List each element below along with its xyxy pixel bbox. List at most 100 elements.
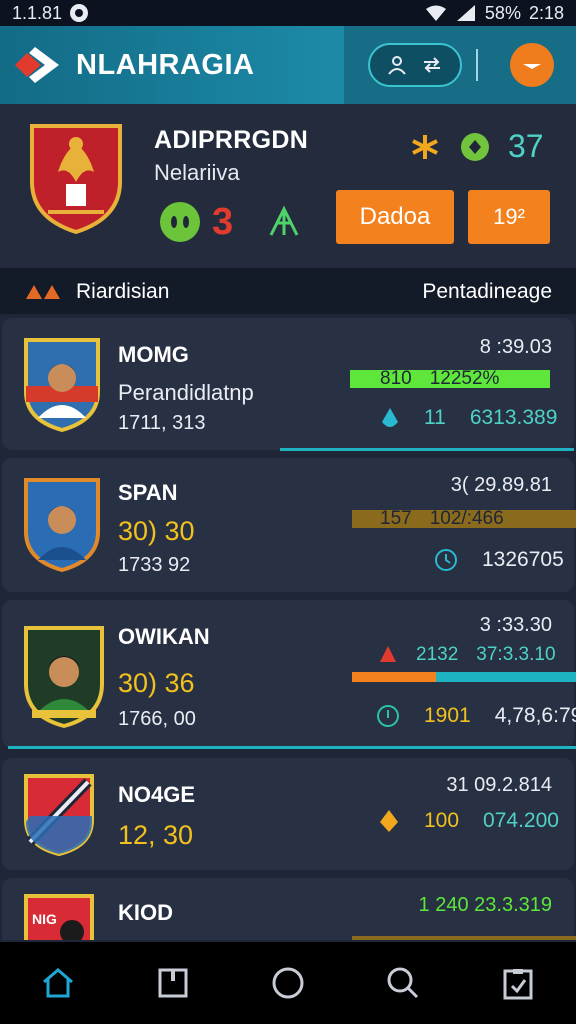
card-accent-line — [8, 746, 576, 749]
section-left-label: Riardisian — [76, 280, 170, 303]
player-line2: 30) 36 — [118, 668, 195, 698]
player-line2: 12, 30 — [118, 820, 194, 850]
clover-icon — [461, 132, 489, 161]
player-top-right: 3( 29.89.81 — [450, 474, 552, 496]
player-name: SPAN — [118, 480, 178, 505]
clock-icon — [435, 549, 457, 571]
section-right-label[interactable]: Pentadineage — [422, 280, 552, 304]
status-bar: 1.1.81 58% 2:18 — [0, 0, 576, 26]
player-bar-values: 157 102/:466 — [380, 508, 504, 530]
player-name: MOMG — [118, 342, 189, 367]
row3-left-value: 100 — [424, 809, 460, 832]
nav-bookmark[interactable] — [145, 955, 201, 1011]
team-name: ADIPRRGDN — [154, 126, 309, 154]
bar-left-value: 2132 — [416, 644, 459, 665]
player-line3: 1733 92 — [118, 554, 191, 576]
clipboard-icon — [503, 969, 533, 1000]
primary-action-button[interactable]: Dadoa — [336, 190, 454, 244]
form-icons: 3 — [158, 200, 301, 244]
badge-text: NIG — [32, 911, 57, 927]
player-line3: 1711, 313 — [118, 412, 206, 434]
wifi-icon — [425, 5, 446, 21]
player-stat-bar — [352, 672, 436, 682]
app-title: NLAHRAGIA — [76, 48, 255, 81]
player-top-right: 31 09.2.814 — [446, 774, 552, 796]
bar-left-value: 157 — [380, 508, 412, 529]
circle-icon — [272, 967, 304, 999]
player-top-right: 3 :33.30 — [479, 614, 552, 636]
player-badge-icon — [24, 774, 94, 856]
player-card[interactable]: SPAN 30) 30 1733 92 3( 29.89.81 157 102/… — [2, 458, 576, 592]
green-ball-icon — [160, 202, 200, 242]
player-name: KIOD — [118, 900, 173, 925]
app-logo-icon[interactable] — [0, 26, 76, 104]
bookmark-icon — [158, 968, 188, 998]
row3-left-value: 11 — [424, 406, 446, 429]
bar-right-value: 37:3.3.10 — [476, 644, 556, 665]
player-top-right: 1 240 23.3.319 — [418, 894, 552, 916]
nav-home[interactable] — [30, 955, 86, 1011]
section-header: Riardisian Pentadineage — [0, 270, 576, 314]
player-name: OWIKAN — [118, 624, 210, 649]
player-row3: 1901 4,78,6:79 — [376, 704, 576, 728]
player-line2: 30) 30 — [118, 516, 195, 546]
user-toggle-pill[interactable] — [368, 43, 462, 87]
signal-icon — [456, 5, 475, 21]
drop-icon — [382, 408, 398, 427]
battery-text: 58% — [484, 2, 521, 23]
nav-search[interactable] — [375, 955, 431, 1011]
player-list: MOMG Perandidlatnp 1711, 313 8 :39.03 81… — [0, 316, 576, 940]
notification-icon — [70, 4, 89, 22]
section-icon — [26, 285, 60, 299]
form-number: 3 — [212, 200, 234, 243]
team-crest-icon — [30, 124, 122, 234]
row3-right-value: 074.200 — [483, 809, 559, 832]
secondary-action-button[interactable]: 19² — [468, 190, 550, 244]
player-line2: Perandidlatnp — [118, 380, 254, 405]
player-name: NO4GE — [118, 782, 196, 807]
header-divider — [476, 49, 478, 81]
player-card[interactable]: MOMG Perandidlatnp 1711, 313 8 :39.03 81… — [2, 318, 574, 451]
player-badge-icon — [24, 626, 104, 728]
row3-right-value: 4,78,6:79 — [494, 704, 576, 727]
player-badge-icon: NIG — [24, 894, 94, 940]
team-stats: 37 — [408, 128, 544, 165]
player-top-right: 8 :39.03 — [479, 336, 552, 358]
player-card[interactable]: NO4GE 12, 30 31 09.2.814 100 074.200 — [2, 758, 574, 870]
star-burst-icon — [412, 134, 438, 159]
nav-circle[interactable] — [260, 955, 316, 1011]
player-card[interactable]: NIG KIOD 1 240 23.3.319 — [2, 878, 576, 940]
player-row3: 1326705 — [434, 548, 564, 572]
player-line3: 1766, 00 — [118, 708, 196, 730]
user-icon — [388, 56, 406, 75]
row3-right-value: 1326705 — [482, 548, 564, 571]
bar-right-value: 12252% — [429, 368, 500, 389]
bar-left-value: 810 — [380, 368, 412, 389]
row3-left-value: 1901 — [424, 704, 471, 727]
player-bar-values: 810 12252% — [380, 368, 499, 390]
sprout-icon — [269, 205, 299, 236]
player-badge-icon — [24, 338, 100, 432]
status-time-right: 2:18 — [528, 2, 564, 23]
player-bar-values: 2132 37:3.3.10 — [378, 644, 556, 666]
bottom-nav — [0, 942, 576, 1024]
bar-right-value: 102/:466 — [429, 508, 504, 529]
more-button[interactable] — [510, 43, 554, 87]
header-actions — [344, 26, 576, 104]
team-subtitle: Nelariiva — [154, 160, 240, 185]
home-icon — [42, 968, 73, 998]
card-accent-line — [280, 448, 574, 451]
timer-icon — [377, 705, 399, 727]
player-row3: 100 074.200 — [378, 808, 559, 834]
player-row3: 11 6313.389 — [380, 406, 557, 430]
team-stat-value: 37 — [508, 128, 544, 164]
player-card[interactable]: OWIKAN 30) 36 1766, 00 3 :33.30 2132 37:… — [2, 600, 576, 749]
player-stat-bar-secondary — [436, 672, 576, 682]
team-summary: ADIPRRGDN Nelariiva 3 37 Dadoa 19² — [0, 104, 576, 270]
app-bar: NLAHRAGIA — [0, 26, 576, 104]
row3-right-value: 6313.389 — [469, 406, 558, 429]
status-time-left: 1.1.81 — [12, 2, 63, 23]
player-badge-icon — [24, 478, 100, 572]
player-stat-bar — [352, 936, 576, 940]
nav-clipboard[interactable] — [490, 955, 546, 1011]
